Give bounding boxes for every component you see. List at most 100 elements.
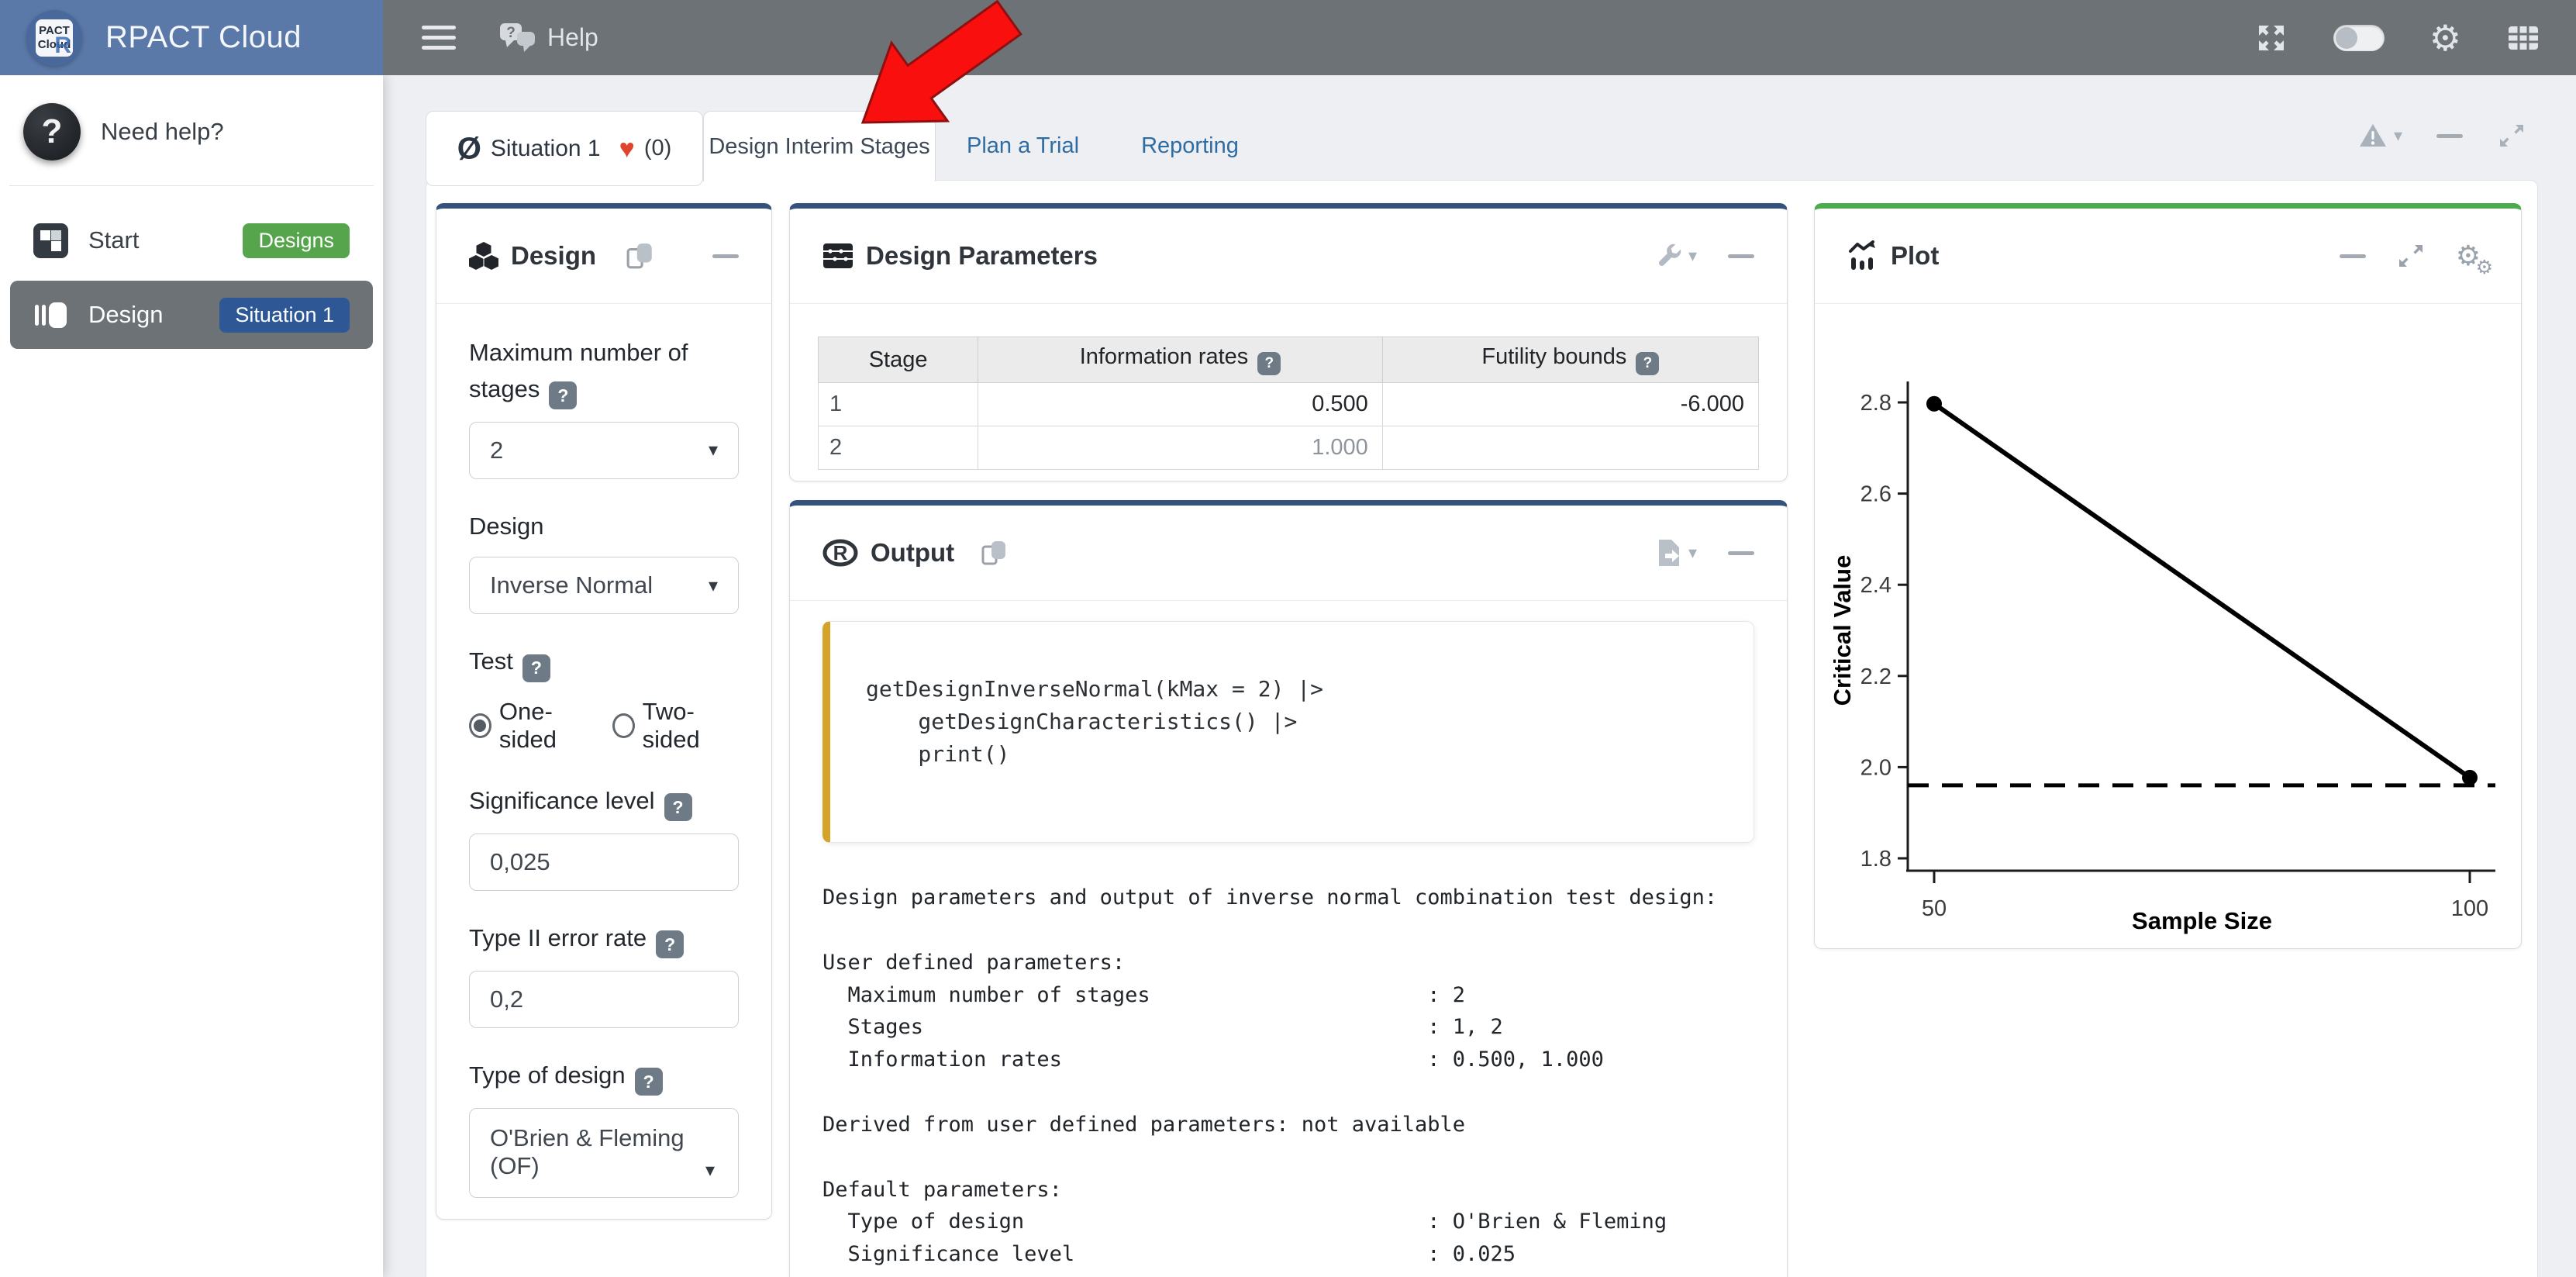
help-badge-icon[interactable]: ?: [635, 1068, 663, 1096]
help-badge-icon[interactable]: ?: [549, 381, 577, 409]
collapse-panel-icon[interactable]: [1728, 254, 1754, 258]
significance-label: Significance level?: [469, 783, 739, 821]
expand-panel-icon[interactable]: [2397, 241, 2425, 271]
export-dropdown[interactable]: ▾: [1656, 538, 1697, 568]
designs-badge: Designs: [243, 223, 350, 258]
warnings-dropdown[interactable]: ▾: [2358, 123, 2402, 149]
plot-settings-gears-icon[interactable]: ⚙⚙: [2456, 240, 2481, 272]
tab-situation[interactable]: Ø Situation 1 ♥ (0): [426, 111, 703, 186]
top-navbar: ? Help ⚙: [383, 0, 2576, 75]
need-help-item[interactable]: ? Need help?: [0, 75, 383, 185]
radio-two-sided[interactable]: Two-sided: [612, 698, 739, 754]
chevron-down-icon: ▾: [1688, 247, 1697, 264]
tab-reporting[interactable]: Reporting: [1110, 111, 1270, 181]
type-of-design-label: Type of design?: [469, 1058, 739, 1096]
collapse-panel-icon[interactable]: [712, 254, 739, 258]
chevron-down-icon: ▾: [709, 439, 718, 461]
situation-tab-label: Situation 1: [491, 136, 601, 162]
design-parameters-table: Stage Information rates? Futility bounds…: [818, 337, 1759, 470]
design-form: Maximum number of stages? 2 ▾ Design Inv…: [436, 304, 771, 1258]
tab-bar: Ø Situation 1 ♥ (0) Design Interim Stage…: [426, 111, 1270, 181]
help-badge-icon[interactable]: ?: [664, 793, 692, 821]
tab-plan-a-trial[interactable]: Plan a Trial: [936, 111, 1110, 181]
expand-card-icon[interactable]: [2497, 121, 2526, 150]
brand-link[interactable]: PACT Cloud R RPACT Cloud: [0, 0, 383, 75]
collapse-card-icon[interactable]: [2436, 134, 2463, 138]
question-chalkboard-icon: ?: [23, 103, 81, 160]
help-menu[interactable]: ? Help: [499, 22, 598, 54]
type-of-design-select[interactable]: O'Brien & Fleming (OF) ▾: [469, 1108, 739, 1198]
collapse-panel-icon[interactable]: [1728, 551, 1754, 555]
stage-cell: 1: [819, 383, 978, 426]
significance-input[interactable]: [469, 834, 739, 891]
column-header-stage: Stage: [819, 337, 978, 383]
need-help-label: Need help?: [101, 118, 224, 146]
column-header-information-rates: Information rates?: [978, 337, 1383, 383]
svg-text:2.2: 2.2: [1860, 664, 1891, 689]
copy-icon[interactable]: [981, 539, 1009, 567]
chevron-down-icon: ▾: [1688, 544, 1697, 561]
copy-icon[interactable]: [626, 241, 655, 271]
help-badge-icon[interactable]: ?: [522, 654, 550, 682]
collapse-panel-icon[interactable]: [2340, 254, 2366, 258]
futility-bound-cell[interactable]: -6.000: [1382, 383, 1758, 426]
design-parameters-panel: Design Parameters ▾ Stage Information ra…: [789, 203, 1788, 481]
type2-label: Type II error rate?: [469, 920, 739, 958]
brand-title: RPACT Cloud: [105, 20, 302, 55]
plot-header: Plot ⚙⚙: [1815, 209, 2521, 304]
settings-gear-icon[interactable]: ⚙: [2429, 20, 2461, 56]
tools-dropdown[interactable]: ▾: [1656, 243, 1697, 269]
r-logo-icon: R: [822, 538, 858, 568]
sidebar-item-start[interactable]: Start Designs: [10, 208, 373, 273]
type2-input[interactable]: [469, 971, 739, 1028]
plot-panel: Plot ⚙⚙ 1.82.02.22.42.62.850100Sample Si…: [1814, 203, 2522, 949]
svg-text:2.6: 2.6: [1860, 482, 1891, 507]
design-columns-icon: [33, 298, 68, 333]
help-badge-icon[interactable]: ?: [656, 930, 684, 958]
sidebar-item-design[interactable]: Design Situation 1: [10, 281, 373, 349]
wrench-icon: [1656, 243, 1682, 269]
r-code-block[interactable]: getDesignInverseNormal(kMax = 2) |> getD…: [822, 621, 1754, 843]
svg-text:Critical Value: Critical Value: [1829, 555, 1856, 706]
radio-dot-selected: [469, 713, 491, 738]
help-badge-icon[interactable]: ?: [1257, 352, 1281, 375]
test-label: Test?: [469, 644, 739, 682]
design-value: Inverse Normal: [490, 571, 653, 599]
design-panel-title: Design: [511, 241, 596, 271]
start-icon: [33, 223, 68, 258]
svg-text:R: R: [833, 541, 848, 564]
tab-design-interim-stages[interactable]: Design Interim Stages: [703, 111, 936, 181]
cubes-icon: [469, 241, 498, 271]
chevron-down-icon: ▾: [709, 575, 718, 597]
dark-mode-toggle[interactable]: [2333, 25, 2385, 51]
information-rate-cell[interactable]: 0.500: [978, 383, 1383, 426]
test-radio-group: One-sided Two-sided: [469, 698, 739, 754]
chart-icon: [1847, 240, 1878, 271]
help-badge-icon[interactable]: ?: [1636, 352, 1659, 375]
heart-icon[interactable]: ♥: [619, 136, 635, 162]
r-output-text: Design parameters and output of inverse …: [822, 882, 1754, 1271]
information-rate-cell[interactable]: 1.000: [978, 426, 1383, 470]
design-panel-header: Design: [436, 209, 771, 304]
design-parameters-header: Design Parameters ▾: [790, 209, 1787, 304]
stage-cell: 2: [819, 426, 978, 470]
max-stages-select[interactable]: 2 ▾: [469, 422, 739, 479]
sidebar: ? Need help? Start Designs: [0, 75, 383, 1277]
radio-one-sided[interactable]: One-sided: [469, 698, 597, 754]
grid-apps-icon[interactable]: [2506, 21, 2540, 55]
rpact-logo-icon: PACT Cloud R: [26, 10, 82, 66]
app-root: PACT Cloud R RPACT Cloud ? Help: [0, 0, 2576, 1277]
output-panel: R Output ▾ getDesignInverseNormal(kMax =: [789, 500, 1788, 1277]
fullscreen-icon[interactable]: [2254, 21, 2288, 55]
plot-title: Plot: [1891, 241, 1939, 271]
design-select[interactable]: Inverse Normal ▾: [469, 557, 739, 614]
sidebar-toggle-icon[interactable]: [422, 26, 456, 50]
navbar-actions: ⚙: [2254, 20, 2540, 56]
design-panel: Design Maximum number of stages? 2 ▾ Des…: [436, 203, 772, 1220]
futility-bound-cell[interactable]: [1382, 426, 1758, 470]
svg-text:Sample Size: Sample Size: [2132, 907, 2272, 934]
table-row: 2 1.000: [819, 426, 1759, 470]
svg-text:100: 100: [2451, 896, 2488, 921]
svg-text:2.4: 2.4: [1860, 573, 1891, 598]
chevron-down-icon: ▾: [2394, 127, 2402, 144]
